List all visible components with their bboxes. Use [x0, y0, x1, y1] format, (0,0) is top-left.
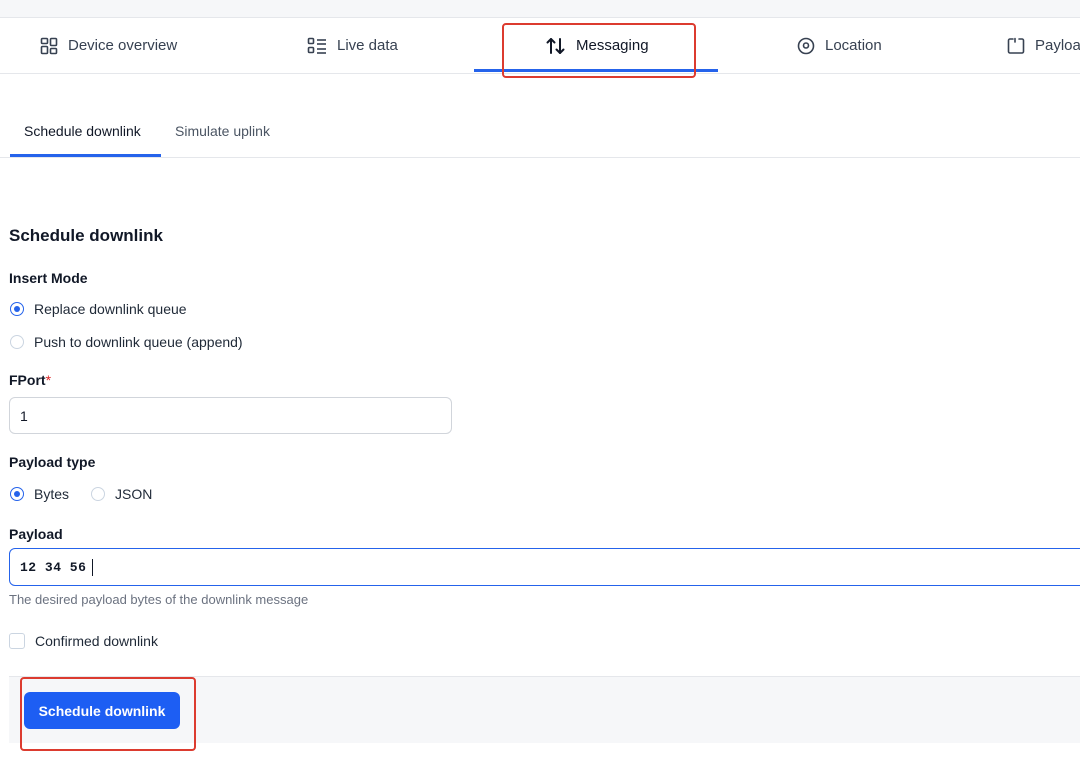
code-bracket-icon: [1007, 37, 1025, 55]
messaging-subtabs: Schedule downlink Simulate uplink: [0, 104, 1080, 158]
fport-input[interactable]: 1: [9, 397, 452, 434]
radio-label: Bytes: [34, 486, 70, 502]
location-pin-icon: [797, 37, 815, 55]
radio-button[interactable]: [91, 487, 105, 501]
device-tabs: Device overview Live data Messaging Loca…: [0, 18, 1080, 74]
radio-json[interactable]: JSON: [91, 486, 152, 502]
radio-button[interactable]: [10, 302, 24, 316]
subtab-label: Simulate uplink: [175, 122, 270, 139]
checkbox[interactable]: [9, 633, 25, 649]
subtab-simulate-uplink[interactable]: Simulate uplink: [175, 104, 270, 157]
tab-live-data[interactable]: Live data: [307, 18, 398, 73]
radio-button[interactable]: [10, 335, 24, 349]
payload-help-text: The desired payload bytes of the downlin…: [9, 592, 309, 607]
subtab-label: Schedule downlink: [24, 122, 141, 139]
tab-label: Location: [825, 37, 882, 54]
radio-button[interactable]: [10, 487, 24, 501]
subtab-schedule-downlink[interactable]: Schedule downlink: [24, 104, 141, 157]
schedule-downlink-button[interactable]: Schedule downlink: [24, 692, 180, 729]
active-tab-indicator: [474, 69, 718, 72]
confirmed-downlink-checkbox[interactable]: Confirmed downlink: [9, 633, 158, 649]
insert-mode-label: Insert Mode: [9, 270, 88, 286]
tab-payload[interactable]: Payloa: [1007, 18, 1080, 73]
tab-label: Payloa: [1035, 37, 1080, 54]
payload-value: 12 34 56: [20, 559, 87, 575]
checkbox-label: Confirmed downlink: [35, 633, 158, 649]
fport-label: FPort*: [9, 372, 51, 388]
required-mark: *: [45, 372, 52, 388]
radio-replace-queue[interactable]: Replace downlink queue: [10, 301, 187, 317]
fport-value: 1: [20, 407, 28, 424]
payload-type-label: Payload type: [9, 454, 96, 470]
active-subtab-indicator: [10, 154, 161, 157]
radio-push-queue[interactable]: Push to downlink queue (append): [10, 334, 243, 350]
tab-device-overview[interactable]: Device overview: [40, 18, 177, 73]
tab-label: Live data: [337, 37, 398, 54]
radio-label: JSON: [115, 486, 153, 502]
tab-label: Device overview: [68, 37, 178, 54]
list-icon: [307, 37, 327, 55]
tab-label: Messaging: [576, 37, 649, 54]
grid-icon: [40, 37, 58, 55]
payload-input[interactable]: 12 34 56: [9, 548, 1080, 586]
payload-label: Payload: [9, 526, 63, 542]
fport-label-text: FPort: [9, 372, 46, 388]
form-title: Schedule downlink: [9, 226, 163, 245]
arrows-up-down-icon: [546, 37, 566, 55]
top-bar: [0, 0, 1080, 18]
radio-label: Replace downlink queue: [34, 301, 187, 317]
text-caret: [92, 558, 94, 576]
radio-bytes[interactable]: Bytes: [10, 486, 69, 502]
tab-location[interactable]: Location: [797, 18, 882, 73]
radio-label: Push to downlink queue (append): [34, 334, 243, 350]
tab-messaging[interactable]: Messaging: [546, 18, 649, 73]
